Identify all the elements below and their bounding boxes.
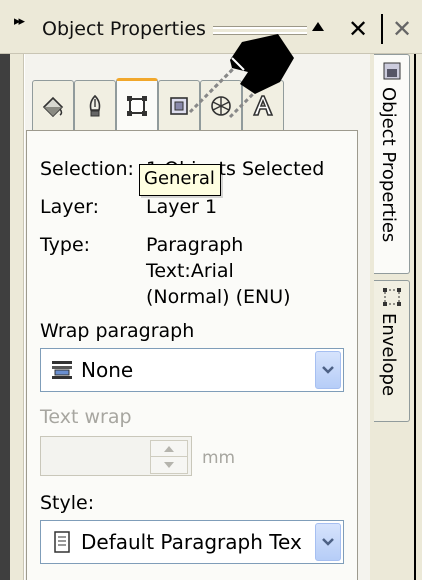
selection-label: Selection:: [40, 158, 134, 180]
style-value: Default Paragraph Tex: [81, 530, 302, 554]
docker-right-border: [414, 54, 416, 580]
spin-down-button[interactable]: [151, 457, 187, 473]
tab-fill[interactable]: [32, 80, 74, 130]
docker-left-border: [10, 54, 24, 580]
outline-pen-icon: [89, 94, 101, 116]
style-dropdown[interactable]: Default Paragraph Tex: [40, 520, 344, 564]
collapse-arrow-icon[interactable]: [312, 22, 324, 31]
side-tab-envelope[interactable]: Envelope: [374, 280, 410, 422]
wrap-paragraph-dropdown[interactable]: None: [40, 348, 344, 392]
close-docker-button[interactable]: ✕: [348, 15, 368, 43]
type-value-line1: Paragraph: [146, 234, 244, 256]
chevron-down-icon: [322, 538, 334, 546]
fill-bucket-icon: [42, 96, 64, 117]
type-value-line2: Text:Arial: [146, 260, 234, 282]
side-tab-envelope-label: Envelope: [378, 313, 399, 397]
wrap-none-icon: [52, 361, 72, 379]
tooltip-general: General: [139, 164, 221, 196]
docker-grip-icon[interactable]: ▸▸: [14, 14, 25, 29]
text-wrap-unit: mm: [202, 448, 236, 468]
text-wrap-spinner[interactable]: [150, 440, 188, 474]
window-edge: [0, 54, 10, 580]
object-properties-icon: [383, 62, 401, 80]
wrap-dropdown-button[interactable]: [315, 351, 341, 389]
text-wrap-label: Text wrap: [40, 406, 132, 428]
chevron-down-icon: [322, 366, 334, 374]
side-tab-object-properties[interactable]: Object Properties: [374, 54, 410, 274]
paragraph-style-icon: [54, 531, 70, 553]
arrow-up-icon: [164, 445, 174, 452]
close-all-button[interactable]: ✕: [392, 15, 412, 43]
style-dropdown-button[interactable]: [315, 523, 341, 561]
type-label: Type:: [40, 234, 91, 256]
side-tab-object-properties-label: Object Properties: [378, 87, 399, 243]
tab-outline[interactable]: [74, 80, 116, 130]
hand-cursor-icon: [188, 34, 294, 119]
layer-value: Layer 1: [146, 196, 218, 218]
type-value-line3: (Normal) (ENU): [146, 286, 291, 308]
wrap-paragraph-label: Wrap paragraph: [40, 320, 195, 342]
tab-general[interactable]: [116, 78, 158, 130]
envelope-icon: [383, 288, 401, 306]
spin-up-button[interactable]: [151, 441, 187, 457]
general-icon: [127, 95, 147, 116]
layer-label: Layer:: [40, 196, 100, 218]
title-separator: [381, 14, 383, 44]
wrap-paragraph-value: None: [81, 358, 134, 382]
style-label: Style:: [40, 492, 95, 514]
arrow-down-icon: [164, 462, 174, 468]
